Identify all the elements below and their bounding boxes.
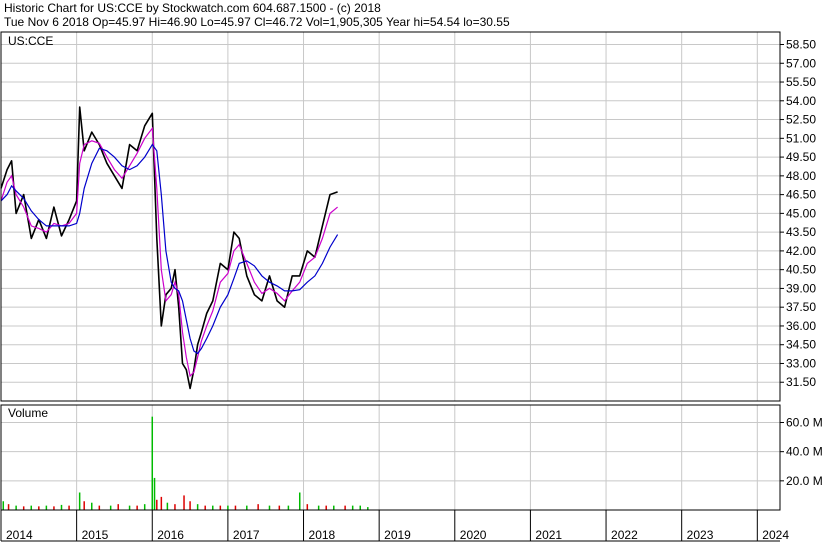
y-tick-label: 46.50 xyxy=(786,188,816,202)
volume-bar xyxy=(166,502,169,510)
y-tick-label: 55.50 xyxy=(786,75,816,89)
volume-panel-frame xyxy=(0,404,781,511)
price-panel-title: US:CCE xyxy=(8,34,53,48)
volume-bar xyxy=(189,501,191,510)
volume-tick-label: 40.0 M xyxy=(786,445,823,459)
historic-chart: 58.50 57.00 55.50 54.00 52.50 51.00 49.50 48.00… xyxy=(0,31,823,542)
volume-bar xyxy=(68,505,70,510)
volume-bar xyxy=(219,505,222,510)
volume-bar xyxy=(78,492,81,510)
y-tick-label: 54.00 xyxy=(786,94,816,108)
y-tick-label: 51.00 xyxy=(786,131,816,145)
volume-bar xyxy=(136,505,138,510)
volume-bar xyxy=(359,505,361,510)
volume-bar xyxy=(351,505,354,510)
volume-bar xyxy=(22,506,25,510)
price-grid: 58.50 57.00 55.50 54.00 52.50 51.00 49.50 48.00… xyxy=(0,32,816,401)
volume-bar xyxy=(287,505,290,510)
volume-bar xyxy=(117,504,119,510)
volume-bar xyxy=(45,505,48,510)
volume-bar xyxy=(298,492,301,510)
volume-bar xyxy=(344,505,346,510)
volume-bar xyxy=(109,505,112,510)
volume-bar xyxy=(83,501,85,510)
x-tick-label: 2024 xyxy=(762,528,789,542)
x-tick-label: 2022 xyxy=(611,528,638,542)
volume-bar xyxy=(246,505,248,510)
y-tick-label: 49.50 xyxy=(786,150,816,164)
chart-frames xyxy=(0,31,781,542)
volume-bar xyxy=(60,504,63,510)
volume-tick-label: 60.0 M xyxy=(786,416,823,430)
y-tick-label: 58.50 xyxy=(786,38,816,52)
volume-bars xyxy=(2,416,369,510)
price-series-line xyxy=(0,106,338,390)
y-tick-label: 37.50 xyxy=(786,300,816,314)
y-tick-label: 33.00 xyxy=(786,356,816,370)
volume-bar xyxy=(174,504,176,510)
volume-bar xyxy=(196,504,199,510)
y-tick-label: 39.00 xyxy=(786,281,816,295)
volume-bar xyxy=(156,499,158,510)
volume-bar xyxy=(53,506,55,510)
volume-bar xyxy=(128,505,131,510)
x-tick-label: 2023 xyxy=(687,528,714,542)
volume-bar xyxy=(234,505,237,510)
y-tick-label: 31.50 xyxy=(786,375,816,389)
volume-grid: 60.0 M 40.0 M 20.0 M xyxy=(0,405,823,510)
volume-tick-label: 20.0 M xyxy=(786,474,823,488)
x-tick-label: 2014 xyxy=(6,528,33,542)
volume-bar xyxy=(306,504,309,510)
y-tick-label: 48.00 xyxy=(786,169,816,183)
y-tick-label: 52.50 xyxy=(786,113,816,127)
y-tick-label: 40.50 xyxy=(786,263,816,277)
price-panel-frame xyxy=(0,31,781,402)
volume-bar xyxy=(227,505,229,510)
x-tick-label: 2020 xyxy=(460,528,487,542)
volume-bar xyxy=(212,505,214,510)
volume-bar xyxy=(153,477,156,510)
y-tick-label: 45.00 xyxy=(786,206,816,220)
x-tick-label: 2017 xyxy=(233,528,260,542)
volume-bar xyxy=(30,505,33,510)
volume-panel-title: Volume xyxy=(8,406,48,420)
moving-average-short-line xyxy=(0,126,338,378)
volume-bar xyxy=(151,416,154,510)
y-tick-label: 42.00 xyxy=(786,244,816,258)
volume-bar xyxy=(204,505,206,510)
volume-bar xyxy=(91,502,93,510)
volume-bar xyxy=(2,501,5,510)
volume-bar xyxy=(257,504,259,510)
volume-bar xyxy=(183,495,185,510)
volume-bar xyxy=(317,505,320,510)
volume-bar xyxy=(7,504,10,510)
volume-bar xyxy=(278,505,281,510)
volume-bar xyxy=(38,506,40,510)
volume-bar xyxy=(98,505,101,510)
y-tick-label: 57.00 xyxy=(786,56,816,70)
year-axis: 2014 2015 2016 2017 2018 2019 2020 2021 2022 2023… xyxy=(0,510,789,542)
y-tick-label: 36.00 xyxy=(786,319,816,333)
volume-bar xyxy=(15,505,17,510)
x-tick-label: 2021 xyxy=(535,528,562,542)
volume-bar xyxy=(333,505,335,510)
volume-bar xyxy=(325,505,327,510)
volume-bar xyxy=(143,504,146,510)
y-tick-label: 43.50 xyxy=(786,225,816,239)
volume-bar xyxy=(268,505,271,510)
volume-bar xyxy=(160,496,163,510)
x-tick-label: 2015 xyxy=(82,528,109,542)
price-lines xyxy=(0,106,339,390)
x-tick-label: 2019 xyxy=(384,528,411,542)
x-tick-label: 2018 xyxy=(309,528,336,542)
y-tick-label: 34.50 xyxy=(786,338,816,352)
x-tick-label: 2016 xyxy=(157,528,184,542)
